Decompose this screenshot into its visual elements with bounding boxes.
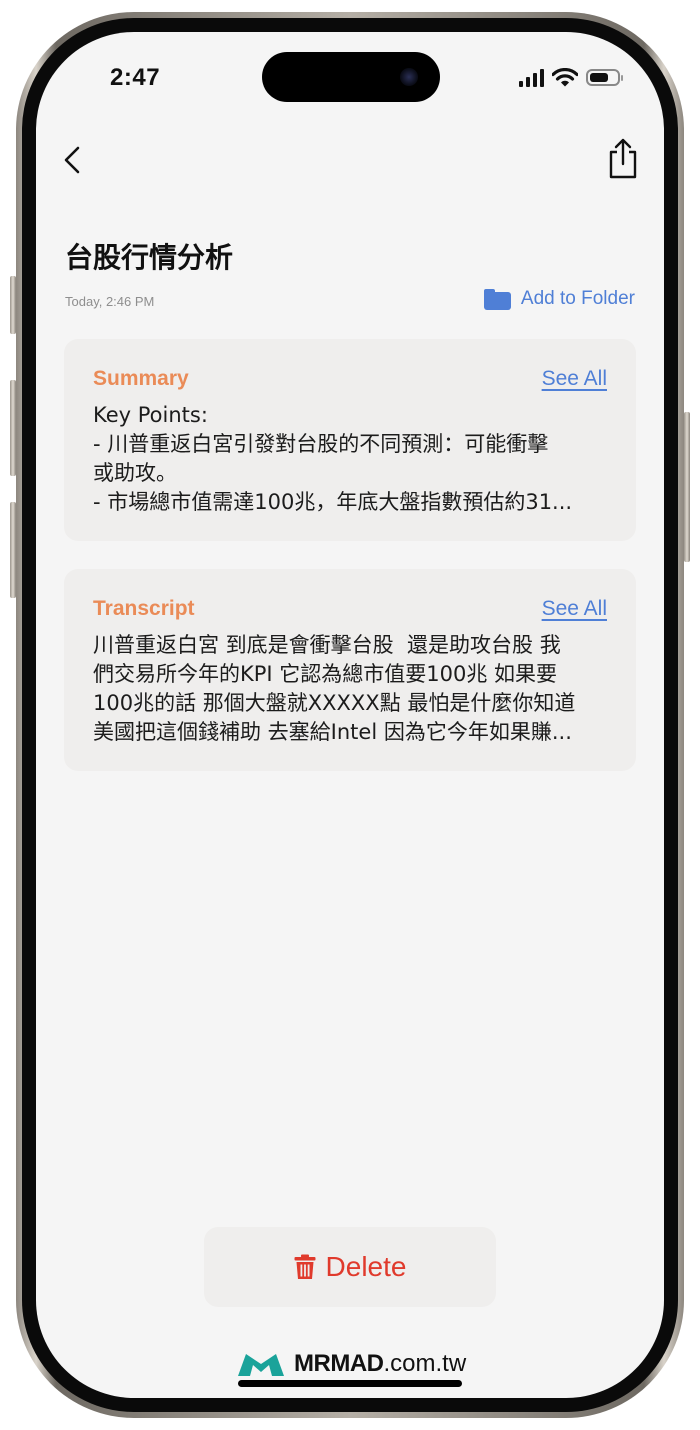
folder-icon [483, 288, 511, 310]
add-to-folder-label: Add to Folder [520, 288, 635, 309]
volume-down-button [10, 502, 16, 598]
share-icon [609, 138, 637, 179]
note-date: Today, 2:46 PM [65, 294, 155, 309]
chevron-left-icon [64, 146, 80, 174]
watermark-domain: .com.tw [383, 1350, 467, 1377]
delete-label: Delete [325, 1251, 407, 1282]
wifi-icon [552, 68, 578, 87]
mrmad-watermark: MRMAD.com.tw [236, 1350, 466, 1378]
summary-body: Key Points: - 川普重返白宮引發對台股的不同預測：可能衝擊 或助攻。… [93, 403, 573, 514]
transcript-card: Transcript See All 川普重返白宮 到底是會衝擊台股 還是助攻台… [64, 569, 636, 771]
summary-title: Summary [93, 367, 189, 390]
power-button [684, 412, 690, 562]
back-button[interactable] [60, 140, 90, 180]
note-title: 台股行情分析 [65, 241, 234, 274]
add-to-folder-button[interactable]: Add to Folder [483, 288, 635, 310]
transcript-title: Transcript [93, 597, 195, 620]
status-time: 2:47 [110, 64, 161, 91]
trash-icon [294, 1254, 316, 1279]
watermark-brand: MRMAD [294, 1350, 384, 1377]
transcript-body: 川普重返白宮 到底是會衝擊台股 還是助攻台股 我 們交易所今年的KPI 它認為總… [93, 633, 576, 744]
camera-icon [400, 68, 418, 86]
home-indicator[interactable] [238, 1380, 462, 1387]
app-screen: 2:47 台股行情分析 Today, 2:46 PM Add to Folder… [36, 32, 664, 1398]
cellular-signal-icon [519, 68, 544, 87]
mrmad-logo-icon [238, 1354, 284, 1376]
status-icons [519, 68, 623, 87]
battery-icon [586, 69, 623, 86]
action-button [10, 276, 16, 334]
volume-up-button [10, 380, 16, 476]
dynamic-island [262, 52, 440, 102]
share-button[interactable] [606, 136, 640, 180]
delete-button[interactable]: Delete [204, 1227, 496, 1307]
summary-card: Summary See All Key Points: - 川普重返白宮引發對台… [64, 339, 636, 541]
summary-see-all-link[interactable]: See All [542, 367, 607, 391]
transcript-see-all-link[interactable]: See All [542, 597, 607, 621]
